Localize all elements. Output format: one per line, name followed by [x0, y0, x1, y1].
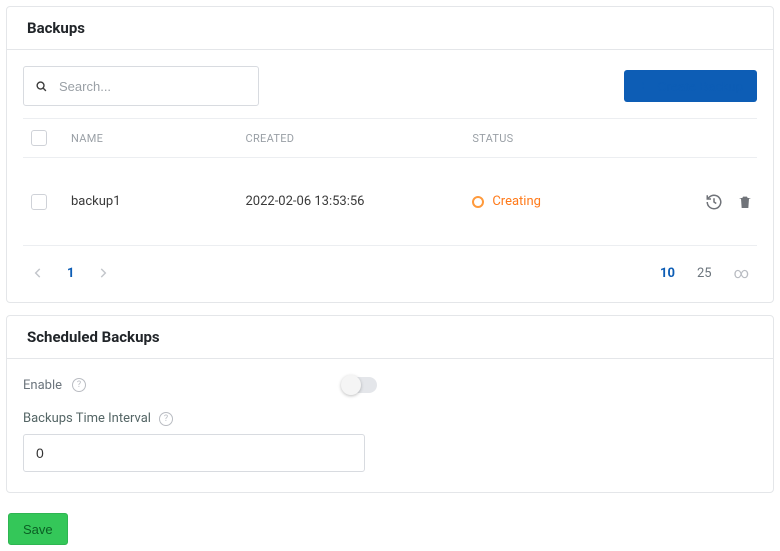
- plus-icon: +: [638, 79, 647, 94]
- scheduled-title: Scheduled Backups: [7, 316, 773, 359]
- pagination-sizes: 10 25 ∞: [660, 264, 749, 282]
- pagination: 1 10 25 ∞: [23, 246, 757, 286]
- pagesize-25[interactable]: 25: [697, 266, 712, 281]
- search-icon: [34, 78, 49, 95]
- prev-page-icon[interactable]: [31, 266, 45, 280]
- backups-toolbar: + Create Backup: [23, 66, 757, 106]
- interval-input[interactable]: [23, 434, 365, 472]
- scheduled-card: Scheduled Backups Enable ? Backups Time …: [6, 315, 774, 493]
- row-checkbox[interactable]: [31, 194, 47, 210]
- backups-body: + Create Backup NAME CREATED STATUS back…: [7, 50, 773, 302]
- help-icon[interactable]: ?: [159, 412, 173, 426]
- status-circle-icon: [472, 196, 484, 208]
- interval-label: Backups Time Interval: [23, 411, 151, 426]
- cell-status: Creating: [472, 194, 673, 209]
- toggle-knob: [341, 375, 361, 395]
- pagesize-infinite[interactable]: ∞: [734, 264, 749, 282]
- help-icon[interactable]: ?: [72, 378, 86, 392]
- pagesize-10[interactable]: 10: [660, 266, 675, 281]
- history-icon[interactable]: [705, 193, 723, 211]
- backups-title: Backups: [7, 7, 773, 50]
- save-button[interactable]: Save: [8, 513, 68, 545]
- cell-created: 2022-02-06 13:53:56: [245, 194, 472, 209]
- search-wrap: [23, 66, 259, 106]
- create-backup-button[interactable]: + Create Backup: [624, 70, 757, 102]
- create-backup-label: Create Backup: [657, 79, 743, 94]
- backups-table: NAME CREATED STATUS backup1 2022-02-06 1…: [23, 118, 757, 246]
- backups-card: Backups + Create Backup NAME CREATED STA…: [6, 6, 774, 303]
- enable-label: Enable: [23, 378, 62, 393]
- select-all-checkbox[interactable]: [31, 130, 47, 146]
- next-page-icon[interactable]: [96, 266, 110, 280]
- scheduled-body: Enable ? Backups Time Interval ?: [7, 359, 773, 492]
- enable-toggle[interactable]: [343, 377, 377, 393]
- status-text: Creating: [492, 194, 541, 209]
- col-name: NAME: [71, 132, 245, 145]
- col-status: STATUS: [472, 132, 673, 145]
- col-created: CREATED: [245, 132, 472, 145]
- search-input[interactable]: [59, 79, 248, 94]
- trash-icon[interactable]: [737, 193, 753, 211]
- interval-label-row: Backups Time Interval ?: [23, 411, 757, 426]
- cell-name: backup1: [71, 194, 245, 209]
- table-row: backup1 2022-02-06 13:53:56 Creating: [23, 158, 757, 246]
- row-actions: [673, 193, 753, 211]
- table-header: NAME CREATED STATUS: [23, 118, 757, 158]
- page-current[interactable]: 1: [67, 266, 74, 281]
- enable-row: Enable ?: [23, 377, 757, 393]
- pagination-pages: 1: [31, 266, 110, 281]
